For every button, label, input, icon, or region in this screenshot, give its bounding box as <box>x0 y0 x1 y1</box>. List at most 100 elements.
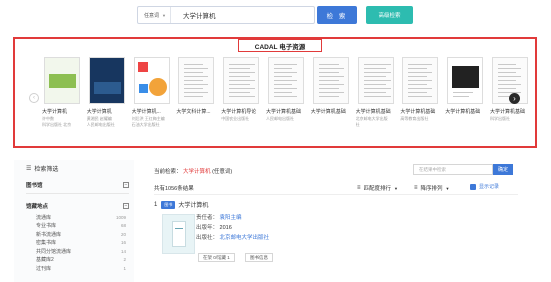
book-title[interactable]: 大学计算机 <box>87 108 131 115</box>
facet-group-library[interactable]: 图书馆 − <box>14 181 134 189</box>
book-subtitle: 石油大学出版社 <box>131 122 160 127</box>
publisher-row: 出版社： 北京邮电大学出版社 <box>196 233 269 241</box>
book-subtitle: 人民邮电出版社 <box>266 116 294 121</box>
book-cover[interactable] <box>223 57 260 104</box>
carousel-prev-icon[interactable]: ‹ <box>29 93 39 103</box>
author-row: 责任者： 袁阳主编 <box>196 213 242 221</box>
book-cover[interactable] <box>88 57 125 104</box>
result-title[interactable]: 1 图书 大学计算机 <box>154 200 208 209</box>
advanced-search-button[interactable]: 高级检索 <box>366 6 413 24</box>
year-value: 2016 <box>219 225 232 231</box>
facet-item-count: 16 <box>120 240 126 246</box>
book-title[interactable]: 大学计算机基础 <box>311 108 355 115</box>
book-cover[interactable] <box>357 57 394 104</box>
book-title[interactable]: 大学计算机导论 <box>221 108 265 115</box>
book-title[interactable]: 大学计算机基础 <box>400 108 444 115</box>
book-carousel: 大学计算机 许中数 科学出版社 北京 大学计算机 黄湘民 赵耀编 人民邮电出版社 大学计算机… <box>42 57 528 147</box>
book-cover[interactable] <box>312 57 349 104</box>
show-records-checkbox[interactable]: 显示记录 <box>470 183 499 190</box>
checkbox-label: 显示记录 <box>479 184 500 190</box>
book-subtitle: 许中数 <box>42 116 54 121</box>
book-title[interactable]: 大学计算机基础 <box>445 108 489 115</box>
book-title[interactable]: 大学计算机基础 <box>356 108 400 115</box>
book-title[interactable]: 大学计算机基础 <box>490 108 534 115</box>
book-card[interactable]: 大学计算机... 刘后洪 王红梅主编 石油大学出版社 <box>132 57 176 127</box>
year-row: 出版年： 2016 <box>196 223 232 231</box>
facet-group-location[interactable]: 馆藏地点 − <box>14 202 134 210</box>
checkbox-icon <box>470 183 476 190</box>
result-count: 共有1056条结果 <box>154 186 194 192</box>
facet-item-count: 2 <box>123 257 126 263</box>
book-title[interactable]: 大学文科计算... <box>176 108 220 115</box>
sort-icon: ≡ <box>357 185 361 191</box>
search-box[interactable]: 任意词 ▼ 大学计算机 <box>137 6 315 24</box>
facet-item-label: 专业书库 <box>36 223 57 230</box>
expand-icon[interactable]: − <box>123 182 129 188</box>
book-card[interactable]: 大学计算机基础 <box>311 57 355 115</box>
facet-item[interactable]: 专业书库 68 <box>14 222 134 231</box>
facet-item-count: 1009 <box>115 214 126 220</box>
book-card[interactable]: 大学计算机 许中数 科学出版社 北京 <box>42 57 86 127</box>
sort-relevance-button[interactable]: ≡ 匹配度排行 ▼ <box>357 184 398 192</box>
book-cover[interactable] <box>447 57 484 104</box>
facet-group-label: 馆藏地点 <box>26 204 49 210</box>
book-info-button[interactable]: 图书信息 <box>245 253 273 262</box>
divider <box>154 194 518 195</box>
collapse-icon[interactable]: − <box>123 203 129 209</box>
sort-order-button[interactable]: ≡ 降序排列 ▼ <box>414 184 450 192</box>
book-card[interactable]: 大学计算机基础 科学出版社 <box>490 57 534 121</box>
filter-results-input[interactable]: 在结果中检索 <box>413 164 493 175</box>
facet-item[interactable]: 密集书库 16 <box>14 239 134 248</box>
search-bar: 任意词 ▼ 大学计算机 检 索 高级检索 <box>137 6 413 24</box>
book-card[interactable]: 大学计算机基础 北京邮电大学出版社 <box>356 57 400 127</box>
chevron-down-icon: ▼ <box>445 185 450 191</box>
facet-item-count: 1 <box>123 265 126 271</box>
result-number: 1 <box>154 201 158 208</box>
holdings-button[interactable]: 在架 0/馆藏 1 <box>198 253 235 262</box>
book-subtitle: 高等教育出版社 <box>400 116 429 121</box>
current-query-value: 大学计算机 <box>183 169 211 175</box>
book-cover[interactable] <box>268 57 304 104</box>
book-cover[interactable] <box>402 57 439 104</box>
facet-item[interactable]: 新书流通库 20 <box>14 230 134 239</box>
page: 任意词 ▼ 大学计算机 检 索 高级检索 CADAL 电子资源 ‹ 大学计算机许… <box>0 0 551 282</box>
book-card[interactable]: 大学计算机 黄湘民 赵耀编 人民邮电出版社 <box>87 57 131 127</box>
publisher-link[interactable]: 北京邮电大学出版社 <box>220 235 270 241</box>
book-cover[interactable] <box>44 57 80 104</box>
facet-item[interactable]: 共同分馆流通库 14 <box>14 247 134 256</box>
cadal-panel: CADAL 电子资源 ‹ 大学计算机 许中数 科学出版社 北京 大学计算机 黄湘民 赵耀… <box>13 37 537 148</box>
book-card[interactable]: 大学计算机基础 <box>445 57 489 115</box>
book-cover-thumbnail[interactable] <box>162 214 195 254</box>
carousel-next-icon[interactable]: › <box>509 93 520 104</box>
search-button[interactable]: 检 索 <box>317 6 357 24</box>
facet-item[interactable]: 过刊库 1 <box>14 264 134 273</box>
type-badge: 图书 <box>161 200 176 209</box>
facet-item-label: 基藏库2 <box>36 257 54 264</box>
book-cover[interactable] <box>178 57 215 104</box>
search-input[interactable]: 大学计算机 <box>171 10 216 20</box>
sort-icon: ≡ <box>414 185 418 191</box>
facet-item-label: 新书流通库 <box>36 231 62 238</box>
book-card[interactable]: 大学计算机导论 中国农业出版社 <box>221 57 265 121</box>
book-card[interactable]: 大学计算机基础 人民邮电出版社 <box>266 57 310 121</box>
book-subtitle: 人民邮电出版社 <box>86 122 115 127</box>
search-scope-select[interactable]: 任意词 ▼ <box>138 7 171 23</box>
book-title[interactable]: 大学计算机... <box>132 108 176 115</box>
facet-group-label: 图书馆 <box>26 183 43 189</box>
current-query: 当前检索： 大学计算机 (任意词) <box>154 167 232 175</box>
book-subtitle: 中国农业出版社 <box>221 116 250 121</box>
book-card[interactable]: 大学计算机基础 高等教育出版社 <box>400 57 444 121</box>
facet-item[interactable]: 基藏库2 2 <box>14 256 134 265</box>
result-title-text[interactable]: 大学计算机 <box>178 200 208 209</box>
sort-order-label: 降序排列 <box>420 186 443 192</box>
book-cover[interactable] <box>133 57 170 104</box>
book-subtitle: 黄湘民 赵耀编 <box>86 116 112 121</box>
author-link[interactable]: 袁阳主编 <box>220 215 242 221</box>
facet-item[interactable]: 流通库 1009 <box>14 213 134 222</box>
book-title[interactable]: 大学计算机 <box>42 108 86 115</box>
book-card[interactable]: 大学文科计算... <box>176 57 220 115</box>
confirm-button[interactable]: 确定 <box>493 164 513 175</box>
author-label: 责任者： <box>196 215 219 221</box>
sort-relevance-label: 匹配度排行 <box>363 186 392 192</box>
book-title[interactable]: 大学计算机基础 <box>266 108 310 115</box>
